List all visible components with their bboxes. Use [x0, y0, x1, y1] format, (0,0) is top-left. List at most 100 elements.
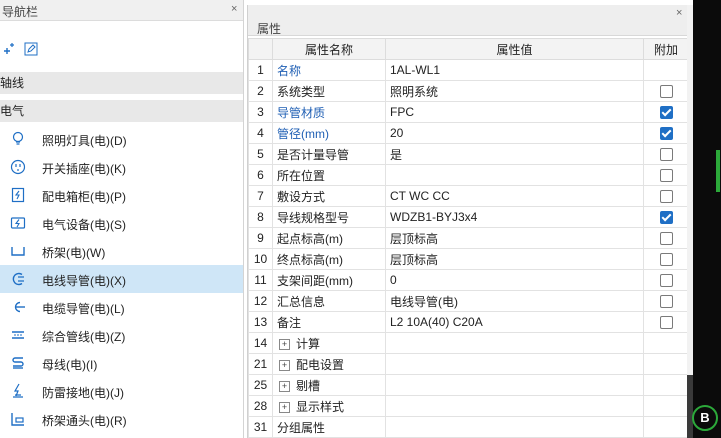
col-value-header[interactable]: 属性值 [385, 38, 644, 60]
nav-item-label: 桥架通头(电)(R) [42, 414, 127, 428]
group-value [385, 332, 644, 354]
extra-checkbox[interactable] [659, 127, 673, 141]
col-name-header[interactable]: 属性名称 [272, 38, 386, 60]
expand-icon[interactable]: + [279, 359, 290, 371]
property-group-row[interactable]: 14 + 计算 [248, 332, 689, 354]
new-item-icon[interactable] [2, 42, 16, 56]
property-value[interactable]: 层顶标高 [385, 227, 644, 249]
nav-item[interactable]: 照明灯具(电)(D) [0, 125, 243, 153]
property-value[interactable]: CT WC CC [385, 185, 644, 207]
property-group-row[interactable]: 21 + 配电设置 [248, 353, 689, 375]
props-close-icon[interactable]: × [676, 7, 682, 19]
nav-close-icon[interactable]: × [231, 3, 237, 15]
nav-item[interactable]: 配电箱柜(电)(P) [0, 181, 243, 209]
property-value[interactable]: FPC [385, 101, 644, 123]
property-value[interactable]: 1AL-WL1 [385, 59, 644, 81]
extra-cell [643, 248, 689, 270]
property-value[interactable]: 层顶标高 [385, 248, 644, 270]
expand-icon[interactable]: + [279, 401, 290, 413]
property-row[interactable]: 4 管径(mm) 20 [248, 122, 689, 144]
property-value[interactable]: L2 10A(40) C20A [385, 311, 644, 333]
extra-checkbox[interactable] [659, 106, 673, 120]
group-value [385, 374, 644, 396]
row-number: 8 [248, 206, 273, 228]
nav-item[interactable]: 桥架(电)(W) [0, 237, 243, 265]
nav-item[interactable]: 电气设备(电)(S) [0, 209, 243, 237]
nav-item-label: 照明灯具(电)(D) [42, 134, 127, 148]
property-row[interactable]: 8 导线规格型号 WDZB1-BYJ3x4 [248, 206, 689, 228]
extra-checkbox[interactable] [659, 232, 673, 246]
property-value[interactable]: 照明系统 [385, 80, 644, 102]
property-row[interactable]: 9 起点标高(m) 层顶标高 [248, 227, 689, 249]
nav-item[interactable]: 开关插座(电)(K) [0, 153, 243, 181]
col-extra-header[interactable]: 附加 [643, 38, 689, 60]
property-row[interactable]: 6 所在位置 [248, 164, 689, 186]
property-value[interactable]: 电线导管(电) [385, 290, 644, 312]
extra-cell [643, 80, 689, 102]
nav-item-label: 开关插座(电)(K) [42, 162, 126, 176]
category-axis[interactable]: 轴线 [0, 72, 243, 94]
property-row[interactable]: 7 敷设方式 CT WC CC [248, 185, 689, 207]
extra-cell [643, 290, 689, 312]
nav-item[interactable]: 电线导管(电)(X) [0, 265, 243, 293]
property-row[interactable]: 10 终点标高(m) 层顶标高 [248, 248, 689, 270]
property-value[interactable]: WDZB1-BYJ3x4 [385, 206, 644, 228]
edit-icon[interactable] [24, 42, 38, 56]
combined-pipeline-icon [10, 327, 26, 343]
property-name: 名称 [272, 59, 386, 81]
row-number: 6 [248, 164, 273, 186]
nav-item[interactable]: 电缆导管(电)(L) [0, 293, 243, 321]
group-value [385, 353, 644, 375]
property-value[interactable]: 是 [385, 143, 644, 165]
group-cell: + 显示样式 [272, 395, 386, 417]
property-group-row[interactable]: 31 分组属性 [248, 416, 689, 438]
property-row[interactable]: 13 备注 L2 10A(40) C20A [248, 311, 689, 333]
nav-header: 导航栏 × [0, 0, 243, 21]
extra-checkbox[interactable] [659, 211, 673, 225]
nav-item-label: 电缆导管(电)(L) [42, 302, 125, 316]
row-number: 21 [248, 353, 273, 375]
extra-checkbox[interactable] [659, 295, 673, 309]
property-value[interactable]: 20 [385, 122, 644, 144]
group-name: 剔槽 [296, 378, 321, 393]
extra-cell [643, 164, 689, 186]
property-name: 备注 [272, 311, 386, 333]
extra-cell [643, 269, 689, 291]
expand-icon[interactable]: + [279, 380, 290, 392]
b-button[interactable]: B [692, 405, 718, 431]
group-cell: + 配电设置 [272, 353, 386, 375]
group-cell: 分组属性 [272, 416, 386, 438]
adjacent-window-edge [693, 0, 721, 438]
property-name: 汇总信息 [272, 290, 386, 312]
property-value[interactable] [385, 164, 644, 186]
extra-checkbox[interactable] [659, 274, 673, 288]
row-number: 12 [248, 290, 273, 312]
property-row[interactable]: 11 支架间距(mm) 0 [248, 269, 689, 291]
wire-conduit-icon [10, 271, 26, 287]
extra-checkbox[interactable] [659, 316, 673, 330]
row-number: 7 [248, 185, 273, 207]
group-value [385, 395, 644, 417]
category-electrical[interactable]: 电气 [0, 100, 243, 122]
extra-checkbox[interactable] [659, 190, 673, 204]
property-row[interactable]: 12 汇总信息 电线导管(电) [248, 290, 689, 312]
property-group-row[interactable]: 25 + 剔槽 [248, 374, 689, 396]
property-row[interactable]: 5 是否计量导管是 [248, 143, 689, 165]
extra-checkbox[interactable] [659, 169, 673, 183]
nav-item[interactable]: 综合管线(电)(Z) [0, 321, 243, 349]
property-value[interactable]: 0 [385, 269, 644, 291]
nav-item-label: 防雷接地(电)(J) [42, 386, 124, 400]
extra-checkbox[interactable] [659, 148, 673, 162]
property-group-row[interactable]: 28 + 显示样式 [248, 395, 689, 417]
extra-checkbox[interactable] [659, 85, 673, 99]
nav-item[interactable]: 母线(电)(I) [0, 349, 243, 377]
extra-checkbox[interactable] [659, 253, 673, 267]
property-row[interactable]: 2 系统类型 照明系统 [248, 80, 689, 102]
nav-item[interactable]: 桥架通头(电)(R) [0, 405, 243, 433]
expand-icon[interactable]: + [279, 338, 290, 350]
nav-item[interactable]: 防雷接地(电)(J) [0, 377, 243, 405]
property-name: 所在位置 [272, 164, 386, 186]
property-row[interactable]: 3 导管材质 FPC [248, 101, 689, 123]
property-row[interactable]: 1 名称 1AL-WL1 [248, 59, 689, 81]
extra-cell [643, 122, 689, 144]
